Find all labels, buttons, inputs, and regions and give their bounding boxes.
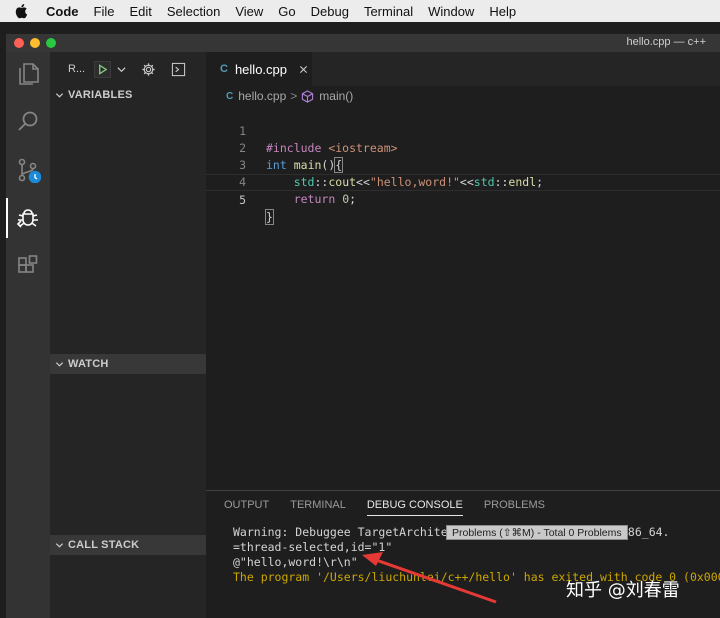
chevron-down-icon [116,66,126,72]
debug-icon[interactable] [6,196,50,240]
vscode-window: hello.cpp — c++ R... VARIABLES WATCH CAL… [6,34,720,618]
watermark: 知乎 @刘春雷 [566,580,680,601]
menu-go[interactable]: Go [278,4,295,19]
code-line: 4 return 0; [206,157,720,206]
code-editor[interactable]: 1 #include <iostream> 2 int main(){ 3 st… [206,106,720,506]
debug-console-output[interactable]: Warning: Debuggee TargetArchitect x86_64… [206,521,720,618]
watch-section-header[interactable]: WATCH [50,354,206,374]
apple-logo-icon[interactable] [14,3,28,19]
menu-edit[interactable]: Edit [129,4,151,19]
menu-window[interactable]: Window [428,4,474,19]
breadcrumb-symbol[interactable]: main() [319,89,353,103]
tab-output[interactable]: OUTPUT [224,491,269,519]
terminal-icon [171,62,185,76]
window-controls [14,38,56,48]
line-number: 5 [239,193,246,207]
code-line-current: 5 } [206,174,720,225]
macos-menubar: Code File Edit Selection View Go Debug T… [0,0,720,22]
title-bar: hello.cpp — c++ [6,34,720,52]
debug-console-button[interactable] [169,60,187,78]
console-line-tail: x86_64. [621,525,670,539]
breadcrumb-file[interactable]: hello.cpp [238,89,286,103]
tab-problems[interactable]: PROBLEMS [484,491,545,519]
console-line: @"hello,word!\r\n" [233,555,358,569]
tab-debug-console[interactable]: DEBUG CONSOLE [366,491,463,519]
launch-config-label[interactable]: R... [68,63,92,75]
call-stack-title: CALL STACK [68,539,140,551]
code-line: 3 std::cout<<"hello,word!"<<std::endl; [206,140,720,189]
symbol-method-icon [302,89,314,103]
tab-label: hello.cpp [234,61,287,77]
gear-icon [141,62,155,76]
code-text: } [265,209,274,225]
code-line: 2 int main(){ [206,123,720,173]
window-title: hello.cpp — c++ [626,36,707,48]
watch-title: WATCH [68,358,109,370]
open-launch-json-button[interactable] [139,60,157,78]
variables-title: VARIABLES [68,89,133,101]
maximize-window-button[interactable] [46,38,56,48]
variables-section-header[interactable]: VARIABLES [50,85,206,105]
play-icon [99,63,108,75]
problems-tooltip: Problems (⇧⌘M) - Total 0 Problems [446,525,628,540]
panel-tabs: OUTPUT TERMINAL DEBUG CONSOLE PROBLEMS [206,491,720,519]
editor-tab-bar: C hello.cpp [206,52,720,86]
minimize-window-button[interactable] [30,38,40,48]
close-tab-button[interactable] [297,63,309,75]
menu-debug[interactable]: Debug [311,4,349,19]
tab-hello-cpp[interactable]: C hello.cpp [206,52,312,86]
source-control-icon[interactable] [6,148,50,192]
menu-terminal[interactable]: Terminal [364,4,413,19]
call-stack-section-header[interactable]: CALL STACK [50,535,206,555]
extensions-icon[interactable] [6,244,50,288]
code-text: return 0; [293,192,357,206]
menu-selection[interactable]: Selection [167,4,220,19]
console-line: =thread-selected,id="1" [233,540,393,554]
search-icon[interactable] [6,100,50,144]
code-line: 1 #include <iostream> [206,106,720,155]
debug-sidebar: R... VARIABLES WATCH CALL STACK [50,52,206,618]
cpp-file-icon: C [220,63,228,75]
chevron-down-icon [55,542,63,548]
launch-config-dropdown[interactable] [111,61,131,78]
breadcrumb-separator: > [290,89,298,103]
chevron-down-icon [55,361,63,367]
tab-terminal[interactable]: TERMINAL [290,491,346,519]
menu-file[interactable]: File [94,4,115,19]
menu-help[interactable]: Help [489,4,516,19]
menu-view[interactable]: View [235,4,263,19]
start-debugging-button[interactable] [94,60,111,78]
cpp-file-icon: C [226,90,234,102]
console-line: Warning: Debuggee TargetArchitect [233,525,462,539]
close-icon [299,65,307,73]
debug-toolbar: R... [50,52,206,86]
activity-bar [6,52,50,618]
menu-app-name[interactable]: Code [46,4,79,19]
close-window-button[interactable] [14,38,24,48]
breadcrumb: C hello.cpp > main() [206,86,720,106]
explorer-icon[interactable] [6,52,50,96]
chevron-down-icon [55,92,63,98]
